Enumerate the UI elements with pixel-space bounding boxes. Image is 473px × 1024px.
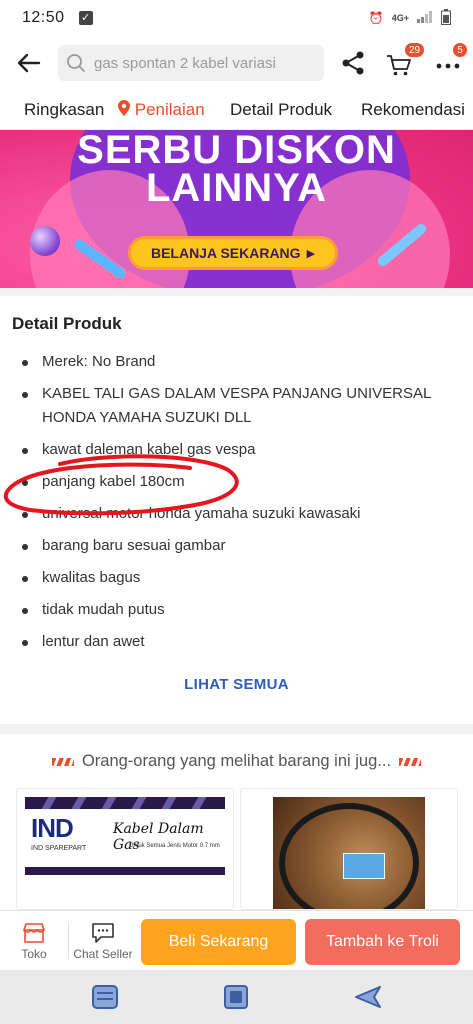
product-detail-section: Detail Produk Merek: No Brand KABEL TALI… xyxy=(0,296,473,724)
search-icon xyxy=(67,54,85,72)
share-icon[interactable] xyxy=(340,50,366,76)
detail-item: panjang kabel 180cm xyxy=(22,470,442,494)
promo-banner[interactable]: SERBU DISKON LAINNYA BELANJA SEKARANG ▶ xyxy=(0,130,473,288)
search-input[interactable] xyxy=(94,54,314,72)
package-label xyxy=(343,853,385,879)
brand-logo: IND xyxy=(31,813,74,843)
image-stripe xyxy=(41,797,57,809)
product-image: IND IND SPAREPART Kabel Dalam Gas Untuk … xyxy=(25,797,225,875)
tab-penilaian-label: Penilaian xyxy=(134,100,205,119)
decor-ball-icon xyxy=(30,226,60,256)
battery-icon xyxy=(441,8,451,28)
detail-item: kawat daleman kabel gas vespa xyxy=(22,438,442,462)
image-stripe xyxy=(191,797,207,809)
detail-item: lentur dan awet xyxy=(22,630,442,654)
detail-item: barang baru sesuai gambar xyxy=(22,534,442,558)
section-tabs: Ringkasan Penilaian Detail Produk Rekome… xyxy=(0,92,473,130)
add-to-cart-button[interactable]: Tambah ke Troli xyxy=(305,919,460,965)
chat-icon xyxy=(92,922,114,943)
brand-logo-sub: IND SPAREPART xyxy=(31,845,87,852)
detail-item: Merek: No Brand xyxy=(22,350,442,374)
stripes-decor-icon xyxy=(51,757,74,766)
shop-now-button[interactable]: BELANJA SEKARANG ▶ xyxy=(128,236,338,270)
image-stripe xyxy=(101,797,117,809)
home-icon[interactable] xyxy=(221,982,251,1012)
detail-item: tidak mudah putus xyxy=(22,598,442,622)
tab-rekomendasi[interactable]: Rekomendasi xyxy=(361,100,465,120)
chat-seller-label: Chat Seller xyxy=(73,946,133,961)
product-card[interactable]: IND IND SPAREPART Kabel Dalam Gas Untuk … xyxy=(16,788,234,910)
alarm-icon: ⏰ xyxy=(368,11,384,25)
chat-seller-button[interactable]: Chat Seller xyxy=(72,911,134,971)
notification-check-icon: ✓ xyxy=(78,11,93,25)
tab-penilaian[interactable]: Penilaian xyxy=(118,100,205,120)
see-all-link[interactable]: LIHAT SEMUA xyxy=(0,676,473,693)
status-bar: 12:50 ✓ ⏰ 4G+ xyxy=(0,0,473,36)
status-time: 12:50 xyxy=(22,9,65,26)
detail-item: KABEL TALI GAS DALAM VESPA PANJANG UNIVE… xyxy=(22,382,442,430)
shop-now-label: BELANJA SEKARANG xyxy=(150,245,301,261)
action-divider xyxy=(68,923,69,959)
tab-detail-produk[interactable]: Detail Produk xyxy=(230,100,332,120)
location-pin-icon xyxy=(118,100,130,116)
shop-button[interactable]: Toko xyxy=(8,911,60,971)
recommendation-heading-text: Orang-orang yang melihat barang ini jug.… xyxy=(81,752,392,770)
play-arrow-icon: ▶ xyxy=(306,247,316,260)
back-arrow-icon[interactable] xyxy=(14,48,44,78)
more-badge: 5 xyxy=(452,42,468,58)
stripes-decor-icon xyxy=(399,757,422,766)
bottom-action-bar: Toko Chat Seller Beli Sekarang Tambah ke… xyxy=(0,910,473,970)
search-bar[interactable] xyxy=(58,45,324,81)
product-image xyxy=(273,797,425,909)
image-stripe xyxy=(161,797,177,809)
detail-item: kwalitas bagus xyxy=(22,566,442,590)
recent-apps-icon[interactable] xyxy=(90,982,120,1012)
cart-badge: 29 xyxy=(404,42,426,58)
product-card[interactable] xyxy=(240,788,458,910)
back-nav-icon[interactable] xyxy=(353,982,383,1012)
recommendation-heading: Orang-orang yang melihat barang ini jug.… xyxy=(0,752,473,771)
top-bar: 29 5 xyxy=(0,36,473,92)
image-stripe xyxy=(131,797,147,809)
network-label: 4G+ xyxy=(391,13,409,23)
banner-headline-2: LAINNYA xyxy=(145,166,328,210)
signal-icon xyxy=(417,10,433,26)
shop-label: Toko xyxy=(21,946,47,961)
system-nav-bar xyxy=(0,970,473,1024)
recommendation-section: Orang-orang yang melihat barang ini jug.… xyxy=(0,734,473,910)
buy-now-button[interactable]: Beli Sekarang xyxy=(141,919,296,965)
status-right-icons: ⏰ 4G+ xyxy=(368,8,451,28)
tab-ringkasan[interactable]: Ringkasan xyxy=(24,100,104,120)
image-stripe xyxy=(71,797,87,809)
detail-item: universal motor honda yamaha suzuki kawa… xyxy=(22,502,442,526)
product-image-subtitle: Untuk Semua Jenis Motor 0.7 mm xyxy=(129,843,220,849)
shop-icon xyxy=(22,922,46,943)
detail-title: Detail Produk xyxy=(12,314,122,333)
